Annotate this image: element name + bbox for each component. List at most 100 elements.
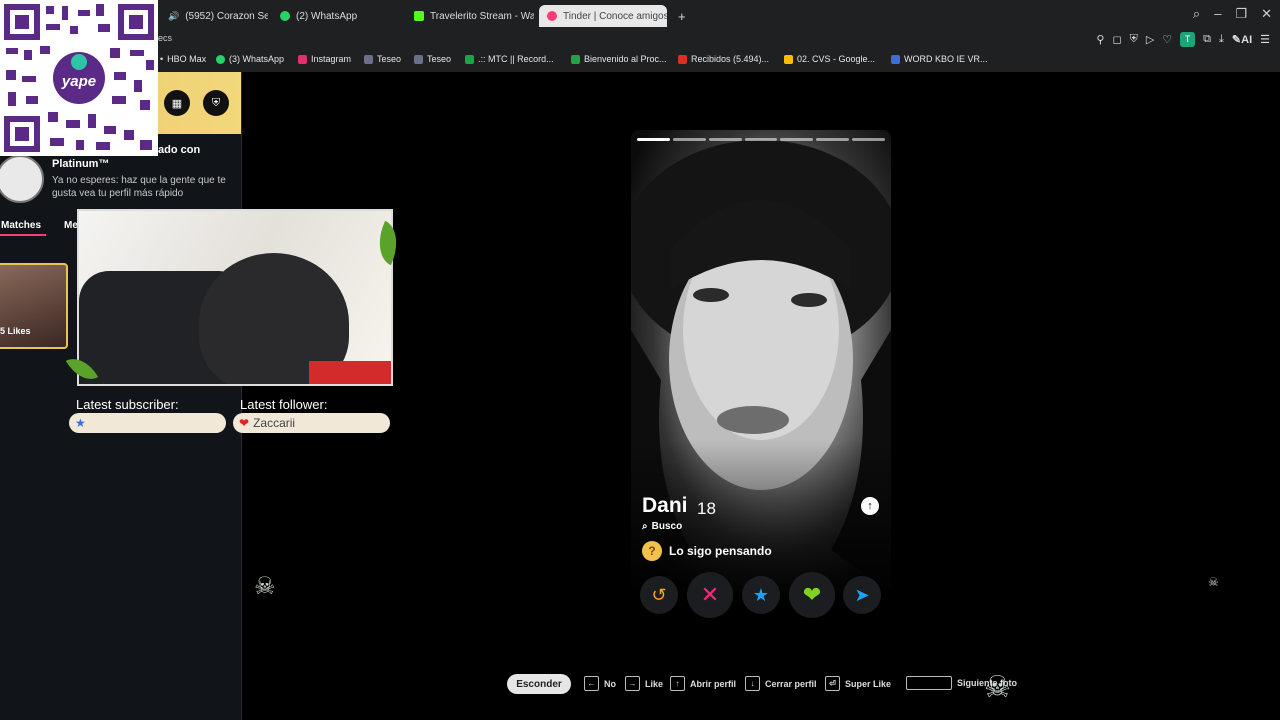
whatsapp-icon [216, 54, 225, 64]
likes-count: 5 Likes [0, 326, 31, 336]
play-icon[interactable]: ▷ [1146, 33, 1154, 46]
screenshot-icon[interactable]: ◻ [1112, 33, 1121, 46]
bookmark[interactable]: WORD KBO IE VR... [891, 54, 988, 64]
arrow-up-key-icon: ↑ [670, 676, 685, 691]
platinum-title: Platinum™ [52, 158, 110, 170]
toolbar-icons: ⚲ ◻ ⛨ ▷ ♡ T ⧉ ⤓ ✎AI ☰ [1096, 31, 1270, 47]
heart-icon: ❤ [239, 416, 250, 430]
hide-shortcuts-button[interactable]: Esconder [507, 674, 571, 694]
heart-icon[interactable]: ♡ [1162, 33, 1172, 46]
tab-matches[interactable]: Matches [1, 220, 41, 231]
close-icon: ✕ [700, 582, 720, 607]
arrow-right-key-icon: → [625, 676, 640, 691]
browser-tab[interactable]: 🔊 (5952) Corazon Serra [160, 5, 268, 27]
browser-tab[interactable]: Travelerito Stream - Watc [406, 5, 534, 27]
platinum-description: Ya no esperes: haz que la gente que te g… [52, 175, 226, 199]
shield-icon: ⛨ [211, 96, 221, 109]
plus-box-icon [571, 54, 580, 64]
nope-button[interactable]: ✕ [687, 572, 733, 618]
like-button[interactable]: ❤ [789, 572, 835, 618]
photo-indicator[interactable] [708, 138, 742, 141]
minimize-icon[interactable]: – [1214, 6, 1221, 22]
follower-pill: ❤ Zaccarii [233, 413, 390, 433]
restore-icon[interactable]: ❐ [1235, 6, 1247, 22]
browser-tab-active[interactable]: Tinder | Conoce amigos y [539, 5, 667, 27]
shortcut-close-profile: ↓ Cerrar perfil [745, 676, 817, 691]
bookmark[interactable]: Teseo [364, 54, 401, 64]
intent-label: Lo sigo pensando [669, 544, 772, 558]
svg-text:yape: yape [61, 73, 96, 90]
looking-for: ⌕ Busco [642, 521, 682, 532]
photo-indicator[interactable] [816, 138, 850, 141]
bookmark[interactable]: Teseo [414, 54, 451, 64]
thinking-emoji-icon: ? [642, 541, 662, 561]
bookmark[interactable]: .:: MTC || Record... [465, 54, 554, 64]
skull-sticker-icon: ☠ [984, 671, 1011, 704]
photo-indicator[interactable] [852, 138, 886, 141]
rewind-button[interactable]: ↺ [640, 576, 678, 614]
webcam-overlay [77, 209, 393, 386]
bookmark[interactable]: Bienvenido al Proc... [571, 54, 667, 64]
instagram-icon [298, 54, 307, 64]
doc-icon [414, 54, 423, 64]
skull-sticker-icon: ☠ [254, 573, 276, 600]
address-fragment: ecs [158, 33, 173, 43]
arrow-down-key-icon: ↓ [745, 676, 760, 691]
search-icon: ⌕ [642, 521, 648, 532]
new-tab-button[interactable]: + [670, 5, 690, 27]
drive-icon [784, 54, 793, 64]
shortcut-open-profile: ↑ Abrir perfil [670, 676, 736, 691]
browser-toolbar: ecs [0, 32, 1280, 50]
window-controls: ⌕ – ❐ ✕ [1193, 6, 1272, 22]
browser-tab[interactable]: (2) WhatsApp [272, 5, 392, 27]
star-icon: ★ [752, 584, 770, 605]
photo-indicator[interactable] [637, 138, 670, 141]
browser-tabstrip: 🔊 (5952) Corazon Serra (2) WhatsApp Trav… [0, 0, 1280, 32]
super-like-button[interactable]: ★ [742, 576, 780, 614]
photo-indicator[interactable] [780, 138, 814, 141]
search-icon[interactable]: ⌕ [1193, 6, 1200, 22]
pin-icon[interactable]: ⚲ [1096, 33, 1104, 46]
bookmark[interactable]: 02. CVS - Google... [784, 54, 875, 64]
profile-avatar[interactable]: T [1180, 31, 1196, 47]
gmail-icon [678, 54, 687, 64]
word-icon [891, 54, 900, 64]
tab-messages[interactable]: Me [64, 220, 78, 231]
shortcut-super-like: ⏎ Super Like [825, 676, 891, 691]
subscriber-pill: ★ [69, 413, 226, 433]
space-key-icon [906, 676, 952, 690]
safety-button[interactable]: ⛨ [203, 90, 229, 116]
extensions-icon[interactable]: ⧉ [1203, 33, 1211, 46]
photo-indicator[interactable] [744, 138, 778, 141]
rewind-icon: ↺ [651, 584, 667, 605]
platinum-heading: ado con [158, 144, 201, 156]
active-tab-indicator [0, 234, 46, 236]
whatsapp-icon [280, 11, 290, 21]
tab-label: (5952) Corazon Serra [185, 10, 268, 22]
likes-card[interactable] [0, 263, 68, 349]
skull-sticker-icon: ☠ [1208, 575, 1219, 589]
menu-icon[interactable]: ☰ [1260, 33, 1270, 46]
photo-indicator[interactable] [672, 138, 706, 141]
streamer-shirt [309, 361, 391, 384]
briefcase-icon: ▦ [171, 97, 183, 110]
tab-label: Travelerito Stream - Watc [430, 10, 534, 22]
close-icon[interactable]: ✕ [1261, 6, 1272, 22]
ai-icon[interactable]: ✎AI [1232, 33, 1252, 46]
shortcut-like: → Like [625, 676, 663, 691]
open-profile-button[interactable]: ↑ [861, 497, 879, 515]
bookmarks-bar: • HBO Max (3) WhatsApp Instagram Teseo Te… [0, 50, 1280, 72]
bookmark[interactable]: Recibidos (5.494)... [678, 54, 769, 64]
arrow-up-icon: ↑ [867, 500, 873, 512]
download-icon[interactable]: ⤓ [1219, 33, 1224, 46]
explore-button[interactable]: ▦ [164, 90, 190, 116]
relationship-intent: ? Lo sigo pensando [642, 541, 772, 561]
bookmark[interactable]: • HBO Max [160, 54, 206, 64]
bookmark[interactable]: Instagram [298, 54, 351, 64]
bookmark[interactable]: (3) WhatsApp [216, 54, 284, 64]
follower-value: Zaccarii [253, 416, 296, 430]
boost-button[interactable]: ➤ [843, 576, 881, 614]
send-icon: ➤ [854, 584, 870, 605]
photo-progress [637, 138, 886, 141]
shield-icon[interactable]: ⛨ [1130, 33, 1138, 46]
